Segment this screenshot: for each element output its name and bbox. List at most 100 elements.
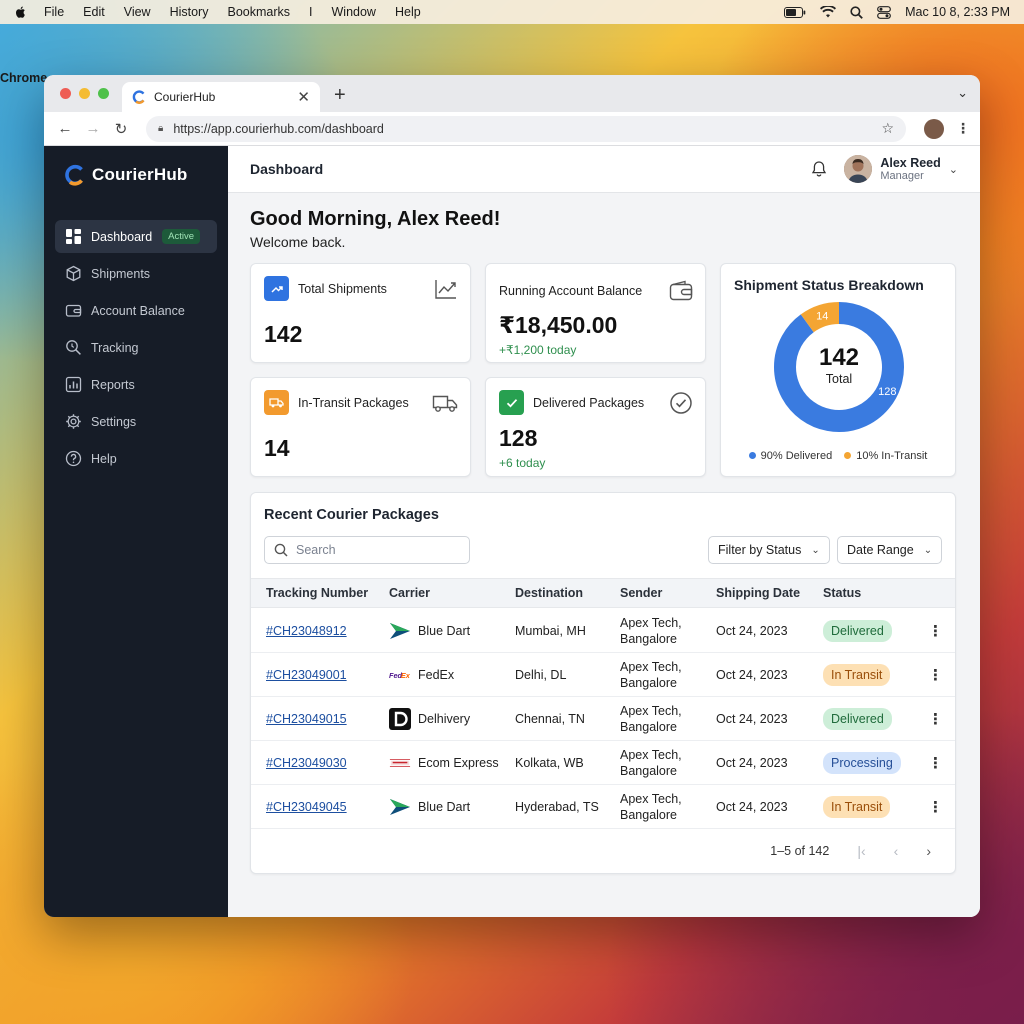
legend-delivered: 90% Delivered (748, 450, 832, 462)
box-icon (66, 265, 81, 282)
column-header-shipping-date[interactable]: Shipping Date (716, 579, 800, 607)
user-avatar[interactable] (844, 155, 873, 183)
spotlight-search-icon[interactable] (850, 5, 863, 19)
greeting-subtitle: Welcome back. (250, 234, 346, 250)
table-row[interactable]: #CH23049001 Fed Ex FedEx Delhi, DL Apex Te… (251, 653, 955, 697)
table-row[interactable]: #CH23049030 Ecom Express Kolkata, WB Ape… (251, 741, 955, 785)
total-shipments-card[interactable]: Total Shipments 142 (250, 263, 471, 363)
row-actions-menu-icon[interactable]: ⋮ (928, 609, 943, 652)
browser-tab-courierhub[interactable]: CourierHub ✕ (122, 82, 320, 112)
courierhub-app: CourierHub Dashboard Active Shipments Ac… (44, 146, 980, 917)
column-header-sender[interactable]: Sender (620, 579, 662, 607)
battery-icon[interactable] (784, 6, 806, 18)
in-transit-card[interactable]: In-Transit Packages 14 (250, 377, 471, 477)
status-cell: Delivered (823, 609, 892, 652)
previous-page-icon[interactable]: ‹ (894, 843, 899, 859)
tab-close-icon[interactable]: ✕ (297, 88, 310, 106)
sidebar-item-label: Shipments (91, 266, 151, 281)
column-header-status[interactable]: Status (823, 579, 861, 607)
tab-search-chevron-icon[interactable]: ⌄ (957, 85, 968, 101)
user-menu[interactable]: Alex Reed Manager (880, 156, 940, 182)
bookmark-star-icon[interactable]: ☆ (881, 120, 894, 137)
sender-line-1: Apex Tech, (620, 703, 682, 718)
row-actions-menu-icon[interactable]: ⋮ (928, 653, 943, 696)
filter-by-status-dropdown[interactable]: Filter by Status ⌄ (708, 536, 830, 564)
table-row[interactable]: #CH23049015 Delhivery Chennai, TN Apex T… (251, 697, 955, 741)
sender-line-2: Bangalore (620, 719, 677, 734)
lock-icon[interactable]: 🔒︎ (158, 123, 163, 134)
tracking-number-link[interactable]: #CH23049015 (266, 697, 347, 740)
browser-menu-icon[interactable]: ⋮ (956, 120, 970, 137)
account-balance-card[interactable]: Running Account Balance ₹18,450.00 +₹1,2… (485, 263, 706, 363)
back-button[interactable]: ← (54, 120, 76, 137)
close-window-button[interactable] (60, 88, 71, 99)
new-tab-button[interactable]: + (334, 84, 346, 107)
sidebar-item-settings[interactable]: Settings (55, 405, 217, 438)
reload-button[interactable]: ↻ (110, 120, 132, 138)
brand[interactable]: CourierHub (44, 160, 228, 190)
sidebar-item-help[interactable]: Help (55, 442, 217, 475)
tracking-number-link[interactable]: #CH23049030 (266, 741, 347, 784)
stat-value: 142 (264, 321, 303, 347)
sidebar-item-shipments[interactable]: Shipments (55, 257, 217, 290)
url-text[interactable]: https://app.courierhub.com/dashboard (173, 122, 384, 136)
stat-value: ₹18,450.00 (499, 312, 618, 338)
menubar-clock[interactable]: Mac 10 8, 2:33 PM (905, 5, 1010, 19)
blue-dart-logo-icon (389, 620, 411, 642)
legend-transit: 10% In-Transit (844, 450, 927, 462)
sidebar-item-reports[interactable]: Reports (55, 368, 217, 401)
date-cell: Oct 24, 2023 (716, 755, 788, 770)
stat-value: 14 (264, 435, 290, 461)
table-row[interactable]: #CH23049045 Blue Dart Hyderabad, TS Apex… (251, 785, 955, 829)
trend-up-icon (264, 276, 289, 301)
apple-icon[interactable] (14, 5, 28, 19)
tracking-number-link[interactable]: #CH23049001 (266, 653, 347, 696)
column-header-destination[interactable]: Destination (515, 579, 583, 607)
menu-history[interactable]: History (170, 5, 209, 19)
forward-button[interactable]: → (82, 120, 104, 137)
browser-toolbar: ← → ↻ 🔒︎ https://app.courierhub.com/dash… (44, 112, 980, 146)
address-bar[interactable]: 🔒︎ https://app.courierhub.com/dashboard … (146, 115, 906, 142)
menu-file[interactable]: File (44, 5, 64, 19)
menu-edit[interactable]: Edit (83, 5, 105, 19)
status-cell: Delivered (823, 697, 892, 740)
menu-help[interactable]: Help (395, 5, 421, 19)
menu-bookmarks[interactable]: Bookmarks (227, 5, 290, 19)
user-menu-chevron-icon[interactable]: ⌄ (949, 163, 958, 176)
column-header-tracking[interactable]: Tracking Number (266, 579, 368, 607)
table-row[interactable]: #CH23048912 Blue Dart Mumbai, MH Apex Te… (251, 609, 955, 653)
delivered-card[interactable]: Delivered Packages 128 +6 today (485, 377, 706, 477)
sidebar-item-tracking[interactable]: Tracking (55, 331, 217, 364)
tracking-number-link[interactable]: #CH23048912 (266, 609, 347, 652)
wifi-icon[interactable] (820, 6, 837, 18)
minimize-window-button[interactable] (79, 88, 90, 99)
carrier-cell: Ecom Express (389, 741, 499, 784)
macos-menu-bar: Chrome File Edit View History Bookmarks … (0, 0, 1024, 85)
date-range-dropdown[interactable]: Date Range ⌄ (837, 536, 943, 564)
tracking-number-link[interactable]: #CH23049045 (266, 785, 347, 828)
profile-avatar[interactable] (924, 118, 944, 139)
stat-value: 128 (499, 425, 538, 451)
shipment-status-breakdown-card: Shipment Status Breakdown 142 Total 128 … (720, 263, 956, 477)
status-cell: Processing (823, 741, 901, 784)
row-actions-menu-icon[interactable]: ⋮ (928, 697, 943, 740)
row-actions-menu-icon[interactable]: ⋮ (928, 741, 943, 784)
menu-profiles[interactable]: I (309, 5, 312, 19)
sidebar-item-dashboard[interactable]: Dashboard Active (55, 220, 217, 253)
bell-notification-icon[interactable] (810, 160, 828, 178)
control-center-icon[interactable] (877, 5, 891, 19)
column-header-carrier[interactable]: Carrier (389, 579, 430, 607)
search-input[interactable]: Search (264, 536, 470, 564)
zoom-window-button[interactable] (98, 88, 109, 99)
sidebar-item-account-balance[interactable]: Account Balance (55, 294, 217, 327)
sender-line-2: Bangalore (620, 631, 677, 646)
first-page-icon[interactable]: |‹ (857, 843, 865, 859)
donut-center-value: 142 (819, 344, 859, 371)
menu-view[interactable]: View (124, 5, 151, 19)
wallet-icon (669, 280, 693, 301)
row-actions-menu-icon[interactable]: ⋮ (928, 785, 943, 828)
date-range-label: Date Range (847, 543, 914, 557)
carrier-name: Blue Dart (418, 799, 471, 814)
menu-window[interactable]: Window (332, 5, 376, 19)
next-page-icon[interactable]: › (926, 843, 931, 859)
